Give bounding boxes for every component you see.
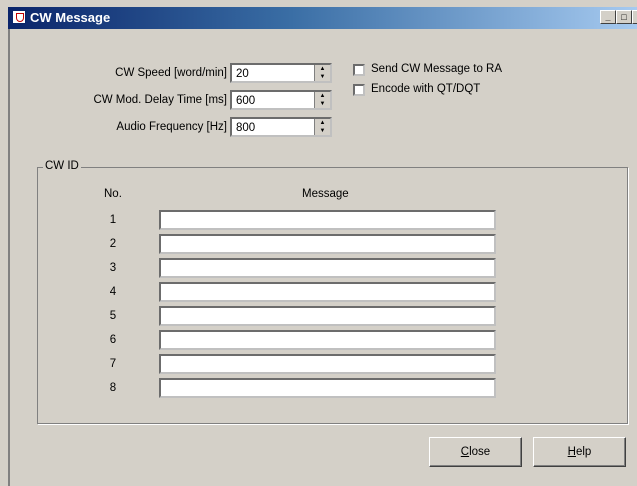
message-input-4[interactable] <box>159 282 496 302</box>
minimize-button[interactable]: _ <box>600 10 616 24</box>
close-window-button[interactable]: × <box>632 10 637 24</box>
send-ra-label[interactable]: Send CW Message to RA <box>371 63 502 75</box>
row-number: 6 <box>109 334 117 346</box>
delay-label: CW Mod. Delay Time [ms] <box>93 94 227 106</box>
cw-id-group-title: CW ID <box>43 160 81 172</box>
window-border <box>8 29 10 486</box>
delay-value[interactable]: 600 <box>236 95 255 107</box>
help-button-mnemonic: H <box>567 446 576 458</box>
cw-speed-spinner[interactable]: 20 ▲ ▼ <box>230 63 332 83</box>
spin-arrows-icon[interactable]: ▲ ▼ <box>314 65 330 81</box>
close-button[interactable]: Close <box>429 437 522 467</box>
row-number: 7 <box>109 358 117 370</box>
cw-speed-value[interactable]: 20 <box>236 68 249 80</box>
message-input-5[interactable] <box>159 306 496 326</box>
column-header-no: No. <box>104 188 122 200</box>
audio-frequency-value[interactable]: 800 <box>236 122 255 134</box>
cw-speed-label: CW Speed [word/min] <box>115 67 227 79</box>
audio-frequency-label: Audio Frequency [Hz] <box>116 121 227 133</box>
help-button[interactable]: Help <box>533 437 626 467</box>
row-number: 5 <box>109 310 117 322</box>
spin-arrows-icon[interactable]: ▲ ▼ <box>314 119 330 135</box>
help-button-label: elp <box>575 446 592 458</box>
message-input-3[interactable] <box>159 258 496 278</box>
window-title: CW Message <box>30 10 111 25</box>
cw-message-window: CW Message _ □ × CW Speed [word/min] 20 … <box>0 0 637 486</box>
message-input-8[interactable] <box>159 378 496 398</box>
row-number: 1 <box>109 214 117 226</box>
row-number: 4 <box>109 286 117 298</box>
row-number: 8 <box>109 382 117 394</box>
message-input-1[interactable] <box>159 210 496 230</box>
message-input-6[interactable] <box>159 330 496 350</box>
close-button-mnemonic: C <box>460 446 470 458</box>
spin-arrows-icon[interactable]: ▲ ▼ <box>314 92 330 108</box>
audio-frequency-spinner[interactable]: 800 ▲ ▼ <box>230 117 332 137</box>
send-ra-checkbox[interactable] <box>353 64 365 76</box>
title-bar[interactable]: CW Message _ □ × <box>8 7 637 29</box>
column-header-message: Message <box>302 188 349 200</box>
encode-label[interactable]: Encode with QT/DQT <box>371 83 480 95</box>
row-number: 3 <box>109 262 117 274</box>
row-number: 2 <box>109 238 117 250</box>
message-input-2[interactable] <box>159 234 496 254</box>
close-button-label: lose <box>469 446 491 458</box>
encode-checkbox[interactable] <box>353 84 365 96</box>
delay-spinner[interactable]: 600 ▲ ▼ <box>230 90 332 110</box>
app-icon[interactable] <box>12 10 26 24</box>
message-input-7[interactable] <box>159 354 496 374</box>
maximize-button[interactable]: □ <box>616 10 632 24</box>
